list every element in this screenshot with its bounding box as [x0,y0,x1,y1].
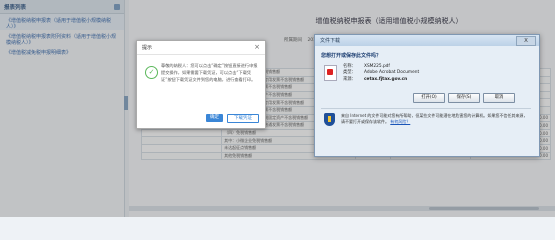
file-info-labels: 名称： 类型： 来源： [343,64,356,83]
check-circle-icon: ✓ [145,66,158,79]
file-download-titlebar: 文件下载 X [315,35,539,46]
tip-dialog: 提示 × ✓ 尊敬的纳税人：您可以点击“确定”按钮直接进行申报提交操作，如果需要… [136,40,266,129]
confirm-button[interactable]: 确定 [206,114,223,122]
warning-text: 来自 Internet 的文件可能对您有所帮助，但某些文件可能潜在地危害您的计算… [341,113,528,124]
close-icon[interactable]: × [254,44,260,51]
file-info-values: XSM225.pdf Adobe Acrobat Document cetax.… [364,64,419,83]
pdf-file-icon [324,65,337,81]
security-shield-icon [324,113,335,126]
save-button[interactable]: 保存(S) [448,93,480,103]
open-button[interactable]: 打开(O) [413,93,445,103]
security-warning: 来自 Internet 的文件可能对您有所帮助，但某些文件可能潜在地危害您的计算… [341,113,529,124]
file-download-title: 文件下载 [320,38,341,44]
tip-dialog-title: 提示 [142,45,153,51]
risk-link[interactable]: 有何风险？ [390,119,410,124]
from-label: 来源： [343,76,356,82]
file-source: cetax.fjtax.gov.cn [364,76,408,82]
close-button[interactable]: X [516,36,536,46]
divider [321,108,531,109]
tip-dialog-header: 提示 × [137,41,265,55]
file-download-dialog: 文件下载 X 您想打开或保存此文件吗？ 名称： 类型： 来源： XSM225.p… [314,34,540,157]
file-type: Adobe Acrobat Document [364,70,420,76]
cancel-button[interactable]: 取消 [483,93,515,103]
tip-dialog-message: 尊敬的纳税人：您可以点击“确定”按钮直接进行申报提交操作，如果需要下载凭证，可以… [161,63,258,82]
download-voucher-button[interactable]: 下载凭证 [227,114,259,123]
download-question: 您想打开或保存此文件吗？ [321,53,382,59]
type-label: 类型： [343,70,356,76]
